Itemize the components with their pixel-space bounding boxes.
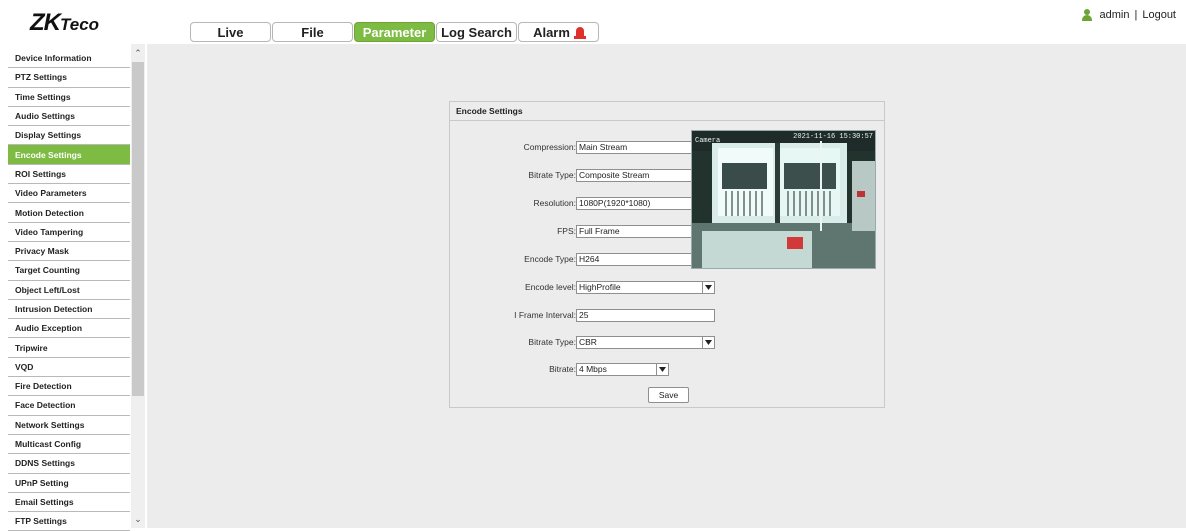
sidebar-item-audio-exception[interactable]: Audio Exception — [8, 319, 130, 339]
user-icon — [1081, 9, 1092, 21]
separator: | — [1134, 9, 1138, 21]
sidebar-scrollbar[interactable]: ⌃ ⌄ — [131, 44, 145, 528]
bitrate-label: Bitrate: — [549, 364, 576, 374]
sidebar-item-target-counting[interactable]: Target Counting — [8, 261, 130, 281]
user-area: admin | Logout — [1081, 9, 1176, 21]
sidebar-item-motion-detection[interactable]: Motion Detection — [8, 203, 130, 223]
panel-title: Encode Settings — [450, 102, 884, 121]
chevron-down-icon — [702, 281, 714, 293]
sidebar-item-intrusion-detection[interactable]: Intrusion Detection — [8, 300, 130, 320]
brand-logo: ZKTeco — [30, 9, 100, 36]
resolution-label: Resolution: — [533, 198, 576, 208]
main-tabs: Live File Parameter Log Search Alarm — [190, 22, 600, 42]
sidebar-item-video-parameters[interactable]: Video Parameters — [8, 184, 130, 204]
sidebar: Device Information PTZ Settings Time Setti… — [0, 44, 147, 531]
scroll-down-icon[interactable]: ⌄ — [133, 514, 143, 524]
osd-camera-name: Camera — [695, 137, 721, 145]
osd-timestamp: 2021-11-16 15:30:57 — [793, 133, 873, 141]
sidebar-item-email-settings[interactable]: Email Settings — [8, 493, 130, 513]
sidebar-item-roi-settings[interactable]: ROI Settings — [8, 165, 130, 185]
encode-settings-panel: Encode Settings Compression: Main Stream… — [449, 101, 885, 408]
sidebar-item-audio-settings[interactable]: Audio Settings — [8, 107, 130, 127]
sidebar-list: Device Information PTZ Settings Time Setti… — [8, 49, 130, 531]
tab-alarm[interactable]: Alarm — [518, 22, 599, 42]
bitrate-row: Bitrate: 4 Mbps — [450, 362, 750, 376]
bitrate-type-label: Bitrate Type: — [528, 170, 576, 180]
bitrate-type-2-label: Bitrate Type: — [528, 337, 576, 347]
scroll-thumb[interactable] — [132, 62, 144, 396]
bitrate-select[interactable]: 4 Mbps — [576, 362, 669, 376]
sidebar-item-object-left-lost[interactable]: Object Left/Lost — [8, 281, 130, 300]
chevron-down-icon — [702, 336, 714, 348]
sidebar-item-upnp-setting[interactable]: UPnP Setting — [8, 474, 130, 493]
tab-file[interactable]: File — [272, 22, 353, 42]
sidebar-item-ptz-settings[interactable]: PTZ Settings — [8, 68, 130, 88]
sidebar-item-encode-settings[interactable]: Encode Settings — [8, 145, 130, 165]
encode-level-label: Encode level: — [524, 282, 576, 292]
tab-live[interactable]: Live — [190, 22, 271, 42]
sidebar-item-face-detection[interactable]: Face Detection — [8, 396, 130, 416]
save-button[interactable]: Save — [648, 387, 689, 403]
sidebar-item-display-settings[interactable]: Display Settings — [8, 126, 130, 146]
compression-label: Compression: — [523, 142, 576, 152]
alarm-icon — [573, 27, 586, 39]
main-content: Encode Settings Compression: Main Stream… — [147, 44, 1186, 528]
tab-log-search[interactable]: Log Search — [436, 22, 517, 42]
encode-type-label: Encode Type: — [524, 254, 576, 264]
sidebar-item-privacy-mask[interactable]: Privacy Mask — [8, 242, 130, 262]
sidebar-item-tripwire[interactable]: Tripwire — [8, 338, 130, 358]
scroll-up-icon[interactable]: ⌃ — [133, 48, 143, 58]
sidebar-item-ddns-settings[interactable]: DDNS Settings — [8, 454, 130, 474]
sidebar-item-ftp-settings[interactable]: FTP Settings — [8, 512, 130, 531]
fps-label: FPS: — [557, 226, 576, 236]
iframe-interval-row: I Frame Interval: 25 — [450, 308, 750, 322]
bitrate-type-2-row: Bitrate Type: CBR — [450, 335, 750, 349]
sidebar-item-fire-detection[interactable]: Fire Detection — [8, 377, 130, 397]
bitrate-type-2-select[interactable]: CBR — [576, 335, 715, 349]
chevron-down-icon — [656, 363, 668, 375]
encode-level-select[interactable]: HighProfile — [576, 280, 715, 294]
tab-parameter[interactable]: Parameter — [354, 22, 435, 42]
encode-level-row: Encode level: HighProfile — [450, 280, 750, 294]
logout-link[interactable]: Logout — [1142, 9, 1176, 21]
iframe-interval-input[interactable]: 25 — [576, 308, 715, 322]
sidebar-item-multicast-config[interactable]: Multicast Config — [8, 435, 130, 455]
header: ZKTeco Live File Parameter Log Search Al… — [0, 0, 1186, 44]
sidebar-item-video-tampering[interactable]: Video Tampering — [8, 223, 130, 242]
sidebar-item-network-settings[interactable]: Network Settings — [8, 416, 130, 435]
video-preview[interactable]: Camera 2021-11-16 15:30:57 — [691, 130, 876, 269]
sidebar-item-device-information[interactable]: Device Information — [8, 49, 130, 69]
room-scene-image — [692, 131, 875, 268]
iframe-interval-label: I Frame Interval: — [514, 310, 576, 320]
username-link[interactable]: admin — [1100, 9, 1130, 21]
sidebar-item-time-settings[interactable]: Time Settings — [8, 88, 130, 107]
sidebar-item-vqd[interactable]: VQD — [8, 358, 130, 378]
